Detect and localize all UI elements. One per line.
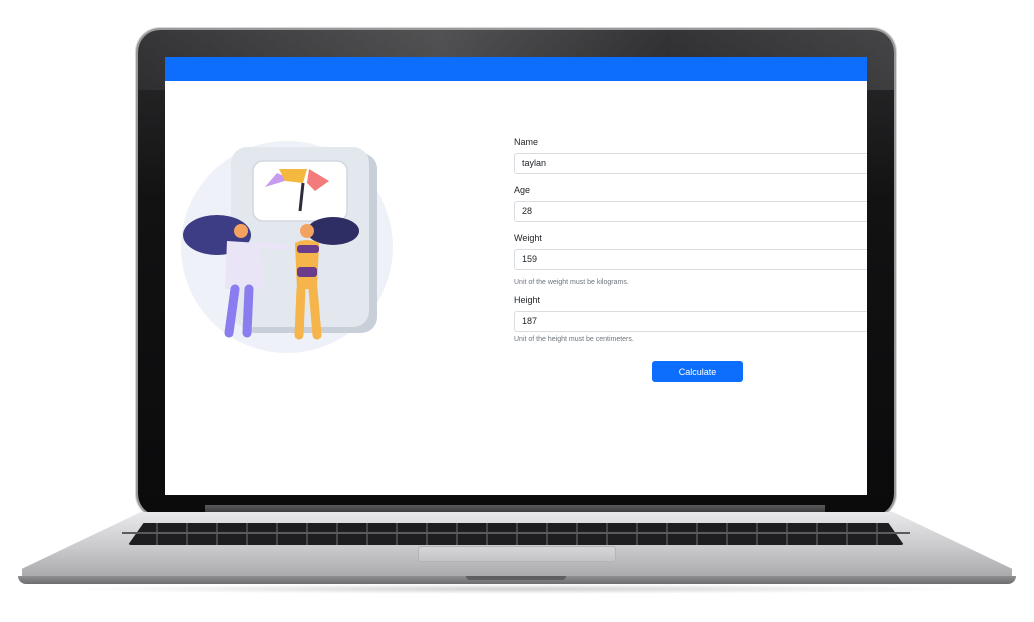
weight-input[interactable]: 159 [514, 249, 867, 270]
person-right-bottom [297, 267, 317, 277]
laptop-deck [22, 512, 1012, 578]
laptop-notch [466, 576, 566, 580]
calculate-button[interactable]: Calculate [652, 361, 743, 382]
weight-label: Weight [514, 233, 542, 243]
name-label: Name [514, 137, 539, 147]
person-left-arm [252, 242, 288, 250]
laptop-shadow [60, 584, 974, 594]
keyboard-row-divider [122, 532, 910, 534]
person-right-hair [307, 217, 359, 245]
laptop-keyboard [128, 523, 904, 545]
weighing-scale-illustration [181, 141, 393, 353]
name-input[interactable]: taylan [514, 153, 867, 174]
app-navbar [165, 57, 867, 81]
age-input[interactable]: 28 [514, 201, 867, 222]
laptop-screen: Name taylan Age 28 Weight 159 Unit of th… [165, 57, 867, 495]
person-right-top [297, 245, 319, 253]
height-help-text: Unit of the height must be centimeters. [514, 336, 634, 343]
person-right-head [300, 224, 314, 238]
age-label: Age [514, 185, 531, 195]
person-left-head [234, 224, 248, 238]
height-label: Height [514, 295, 541, 305]
body-metrics-form: Name taylan Age 28 Weight 159 Unit of th… [514, 133, 867, 344]
height-input[interactable]: 187 [514, 311, 867, 332]
weight-help-text: Unit of the weight must be kilograms. [514, 279, 629, 286]
laptop-trackpad [418, 546, 616, 562]
